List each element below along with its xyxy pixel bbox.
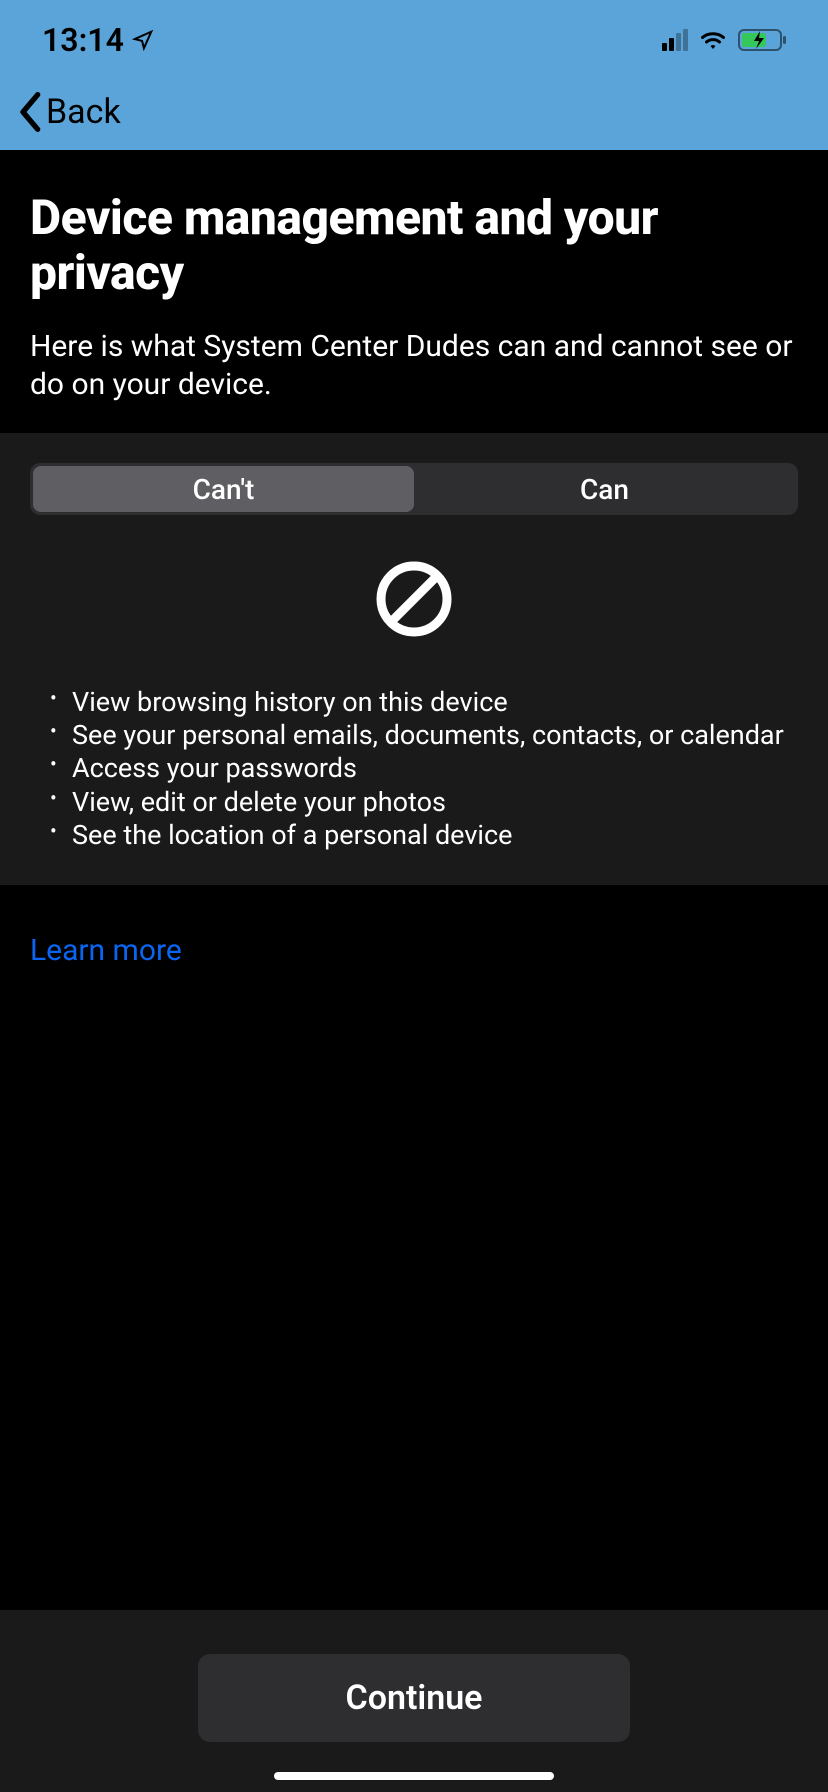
content-header: Device management and your privacy Here … [0, 150, 828, 433]
nav-header: Back [0, 80, 828, 150]
back-label: Back [46, 92, 121, 132]
status-time-group: 13:14 [42, 21, 154, 59]
list-item: View browsing history on this device [48, 687, 790, 718]
learn-more-section: Learn more [0, 885, 828, 1016]
prohibited-icon [374, 559, 454, 639]
status-bar: 13:14 [0, 0, 828, 80]
list-item: Access your passwords [48, 753, 790, 784]
list-item: See your personal emails, documents, con… [48, 720, 790, 751]
list-item: See the location of a personal device [48, 820, 790, 851]
battery-charging-icon [738, 28, 788, 52]
capabilities-section: Can't Can View browsing history on this … [0, 433, 828, 884]
cellular-signal-icon [662, 29, 688, 51]
page-subtitle: Here is what System Center Dudes can and… [30, 328, 798, 403]
tab-cant[interactable]: Can't [33, 466, 414, 512]
chevron-left-icon [18, 92, 44, 132]
status-time: 13:14 [42, 21, 124, 59]
capability-list: View browsing history on this device See… [30, 687, 798, 850]
segmented-control: Can't Can [30, 463, 798, 515]
back-button[interactable]: Back [18, 92, 121, 132]
page-title: Device management and your privacy [30, 190, 798, 300]
list-item: View, edit or delete your photos [48, 787, 790, 818]
wifi-icon [698, 29, 728, 51]
home-indicator[interactable] [274, 1772, 554, 1780]
location-arrow-icon [132, 29, 154, 51]
learn-more-link[interactable]: Learn more [30, 933, 182, 968]
continue-button[interactable]: Continue [198, 1654, 630, 1742]
footer: Continue [0, 1610, 828, 1792]
status-indicators [662, 28, 788, 52]
tab-can[interactable]: Can [414, 466, 795, 512]
capability-icon-container [30, 559, 798, 639]
